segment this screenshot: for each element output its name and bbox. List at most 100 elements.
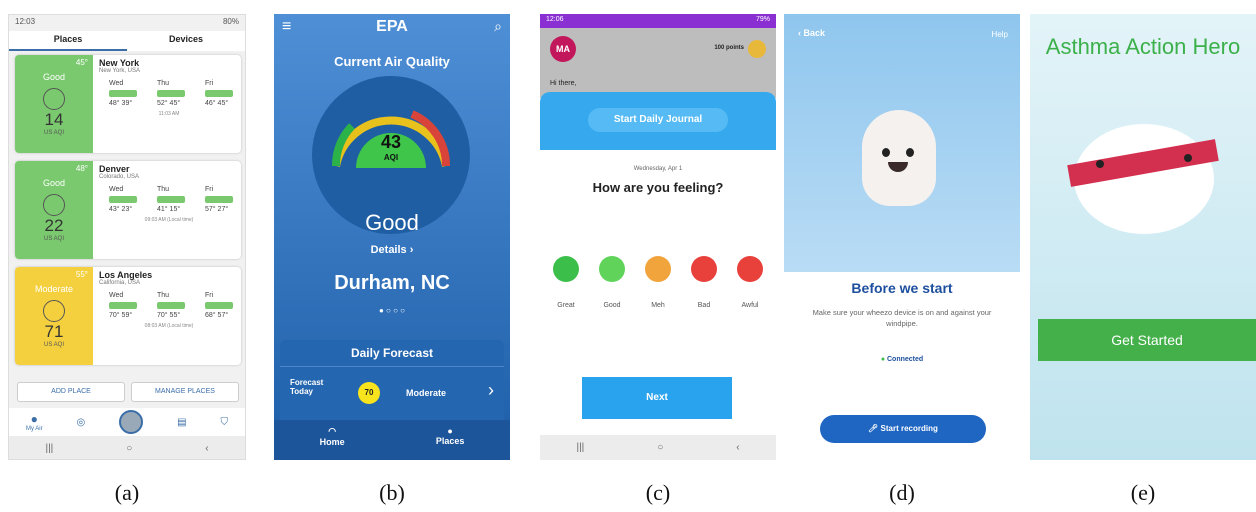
start-journal-button[interactable]: Start Daily Journal [588, 108, 728, 132]
day-label: Wed [109, 186, 124, 193]
trophy-icon[interactable] [748, 40, 766, 58]
city-name: Denver [99, 164, 130, 174]
forecast-aqi-badge: 70 [358, 382, 380, 404]
avatar[interactable]: MA [550, 36, 576, 62]
place-info: New York New York, USA Wed 48° 39° Thu 52° … [99, 58, 239, 117]
city-name: New York [99, 58, 140, 68]
temp-high: 57° [205, 206, 216, 213]
temp-low: 23° [121, 206, 133, 213]
aqi-panel: 45° Good 14 US AQI [15, 55, 93, 153]
help-link[interactable]: Help [992, 30, 1008, 39]
home-icon[interactable]: ○ [126, 443, 132, 454]
day-label: Fri [205, 292, 214, 299]
hero-eye [1184, 154, 1192, 162]
aqi-panel: 48° Good 22 US AQI [15, 161, 93, 259]
panel-asthma-hero-app: Asthma Action Hero Get Started [1030, 14, 1256, 460]
start-recording-label: Start recording [880, 424, 938, 433]
face-icon [43, 194, 65, 216]
temp-high: 68° [205, 312, 216, 319]
journal-sheet-header: Start Daily Journal [540, 92, 776, 150]
back-label: Back [803, 28, 826, 38]
mood-option[interactable]: Great [546, 256, 586, 309]
panel-journal-app: 12:06 79% MA 100 points Hi there, Start D… [540, 14, 776, 460]
temp-low: 59° [121, 312, 133, 319]
temp-high: 46° [205, 100, 216, 107]
add-place-button[interactable]: ADD PLACE [17, 382, 125, 402]
mascot-eye [882, 148, 890, 157]
day-label: Thu [157, 292, 170, 299]
temp-low: 45° [217, 100, 229, 107]
instructions: Make sure your wheezo device is on and a… [812, 308, 992, 328]
gauge-icon: ◠ [328, 426, 337, 436]
microphone-icon: 🎤︎ [868, 424, 879, 433]
back-icon[interactable]: ‹ [205, 443, 208, 454]
forecast-day: Wed 48° 39° [109, 80, 137, 107]
mood-question: How are you feeling? [592, 180, 724, 195]
current-temp: 55° [75, 270, 88, 279]
aqi-pill [205, 90, 233, 97]
mood-option[interactable]: Good [592, 256, 632, 309]
mood-option[interactable]: Meh [638, 256, 678, 309]
temp-low: 27° [217, 206, 229, 213]
place-card[interactable]: 55° Moderate 71 US AQI Los Angeles Calif… [15, 267, 241, 365]
place-info: Denver Colorado, USA Wed 43° 23° Thu 41° 15… [99, 164, 239, 223]
mood-option[interactable]: Awful [730, 256, 770, 309]
forecast-label: Forecast Today [290, 378, 324, 396]
globe-icon[interactable]: ◎ [77, 417, 86, 428]
nav-home[interactable]: ◠ Home [320, 426, 345, 460]
tab-bar: Places Devices [9, 31, 245, 51]
back-button[interactable]: ‹ Back [798, 28, 825, 38]
forecast-row: Wed 43° 23° Thu 41° 15° Fri 57° 27° [99, 186, 239, 213]
mood-face-icon [599, 256, 625, 282]
cloud-hero-illustration [1067, 124, 1219, 234]
home-icon[interactable]: ○ [657, 442, 663, 453]
tab-places[interactable]: Places [9, 31, 127, 51]
day-label: Wed [109, 80, 124, 87]
status-time: 12:06 [546, 16, 564, 23]
daily-forecast: Daily Forecast Forecast Today 70 Moderat… [280, 340, 504, 426]
aqi-value: 71 [44, 322, 64, 341]
recents-icon[interactable]: ||| [576, 442, 584, 453]
temp-high: 43° [109, 206, 120, 213]
avatar[interactable] [119, 410, 144, 434]
mood-face-icon [553, 256, 579, 282]
search-icon[interactable]: ⌕ [494, 18, 502, 35]
status-bar: 12:03 80% [9, 15, 245, 31]
get-started-button[interactable]: Get Started [1038, 319, 1256, 361]
recents-icon[interactable]: ||| [45, 443, 53, 454]
details-link[interactable]: Details › [318, 244, 466, 256]
next-button[interactable]: Next [582, 377, 732, 419]
day-label: Fri [205, 80, 214, 87]
header: MA 100 points Hi there, [540, 28, 776, 98]
mood-option[interactable]: Bad [684, 256, 724, 309]
tab-devices[interactable]: Devices [127, 31, 245, 51]
panel-air-app: 12:03 80% Places Devices 45° Good 14 US A… [8, 14, 246, 460]
forecast-row: Wed 70° 59° Thu 70° 55° Fri 68° 57° [99, 292, 239, 319]
bottom-nav: ◠ Home ● Places [274, 420, 510, 460]
aqi-pill [109, 196, 137, 203]
news-icon[interactable]: ▤ [177, 417, 186, 428]
place-card[interactable]: 45° Good 14 US AQI New York New York, US… [15, 55, 241, 153]
cart-icon[interactable]: ⛉ [221, 417, 229, 428]
temp-high: 41° [157, 206, 168, 213]
nav-my-air[interactable]: ● My Air [26, 412, 43, 432]
start-recording-button[interactable]: 🎤︎ Start recording [820, 415, 986, 443]
place-info: Los Angeles California, USA Wed 70° 59° Th… [99, 270, 239, 329]
aqi-level: Good [42, 178, 66, 188]
day-label: Fri [205, 186, 214, 193]
updated-time: 09:03 AM (Local time) [144, 217, 194, 223]
chevron-right-icon[interactable]: › [488, 380, 494, 401]
forecast-title: Daily Forecast [280, 340, 504, 367]
place-card[interactable]: 48° Good 22 US AQI Denver Colorado, USA … [15, 161, 241, 259]
bottom-nav: ● My Air ◎ ▤ ⛉ [9, 408, 245, 436]
manage-places-button[interactable]: MANAGE PLACES [131, 382, 239, 402]
nav-places[interactable]: ● Places [436, 426, 465, 460]
mood-label: Meh [651, 302, 665, 309]
forecast-level: Moderate [406, 388, 447, 398]
mood-picker: Great Good Meh Bad Awful [546, 256, 770, 309]
caption-e: (e) [1130, 480, 1156, 505]
back-icon[interactable]: ‹ [736, 442, 739, 453]
temp-low: 39° [121, 100, 133, 107]
temp-high: 70° [109, 312, 120, 319]
current-temp: 48° [75, 164, 88, 173]
